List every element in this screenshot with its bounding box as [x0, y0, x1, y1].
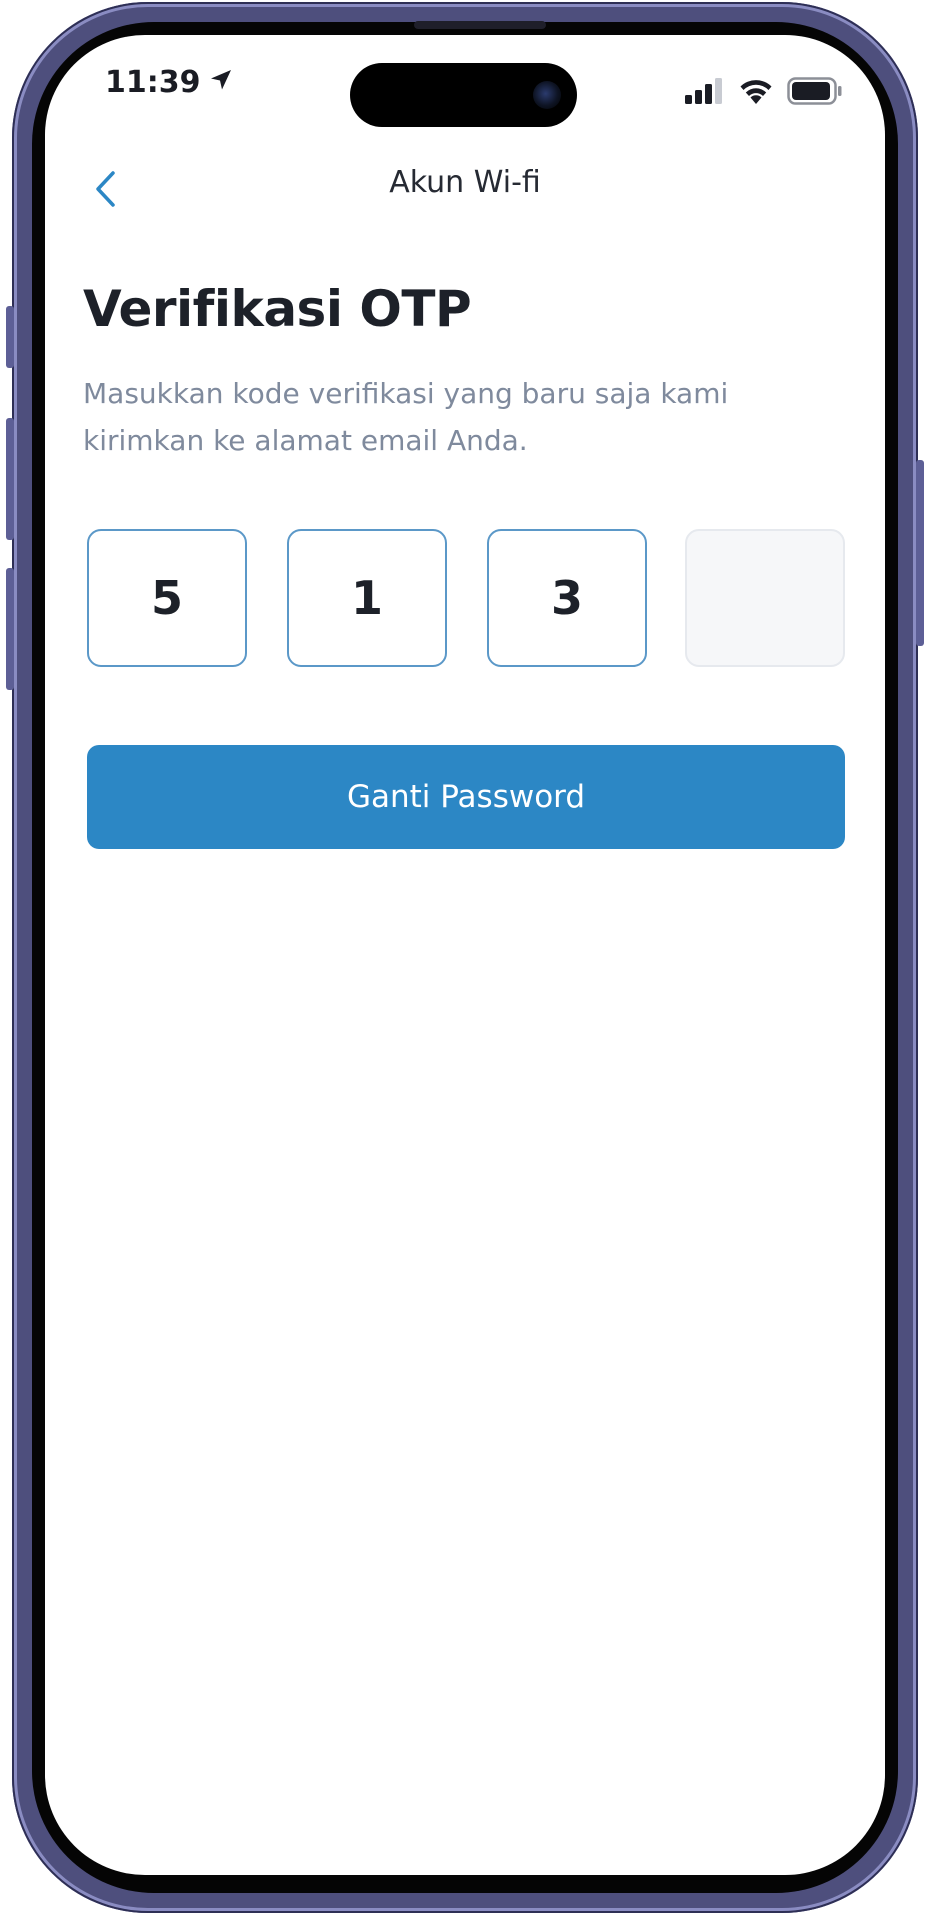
location-arrow-icon	[209, 65, 233, 100]
volume-up-button	[6, 418, 14, 540]
nav-title: Akun Wi-fi	[389, 165, 541, 200]
otp-digit-input-4[interactable]	[685, 529, 845, 667]
front-camera	[533, 81, 561, 109]
mute-switch	[6, 306, 14, 368]
status-icons	[685, 77, 843, 110]
speaker-slot	[414, 21, 546, 29]
volume-down-button	[6, 568, 14, 690]
app-screen: 11:39 Akun Wi-fi Verifikasi OTP Masukkan…	[45, 35, 885, 1875]
wifi-icon	[739, 78, 773, 109]
otp-digit-input-3[interactable]: 3	[487, 529, 647, 667]
page-title: Verifikasi OTP	[83, 280, 472, 338]
otp-digit-input-2[interactable]: 1	[287, 529, 447, 667]
otp-input-group: 5 1 3	[87, 529, 847, 667]
battery-icon	[787, 77, 843, 110]
cellular-signal-icon	[685, 78, 725, 109]
power-button	[916, 460, 924, 646]
status-time: 11:39	[105, 65, 233, 100]
dynamic-island	[350, 63, 577, 127]
page-subtitle: Masukkan kode verifikasi yang baru saja …	[83, 377, 729, 457]
change-password-button[interactable]: Ganti Password	[87, 745, 845, 849]
otp-digit-input-1[interactable]: 5	[87, 529, 247, 667]
status-time-label: 11:39	[105, 65, 201, 100]
